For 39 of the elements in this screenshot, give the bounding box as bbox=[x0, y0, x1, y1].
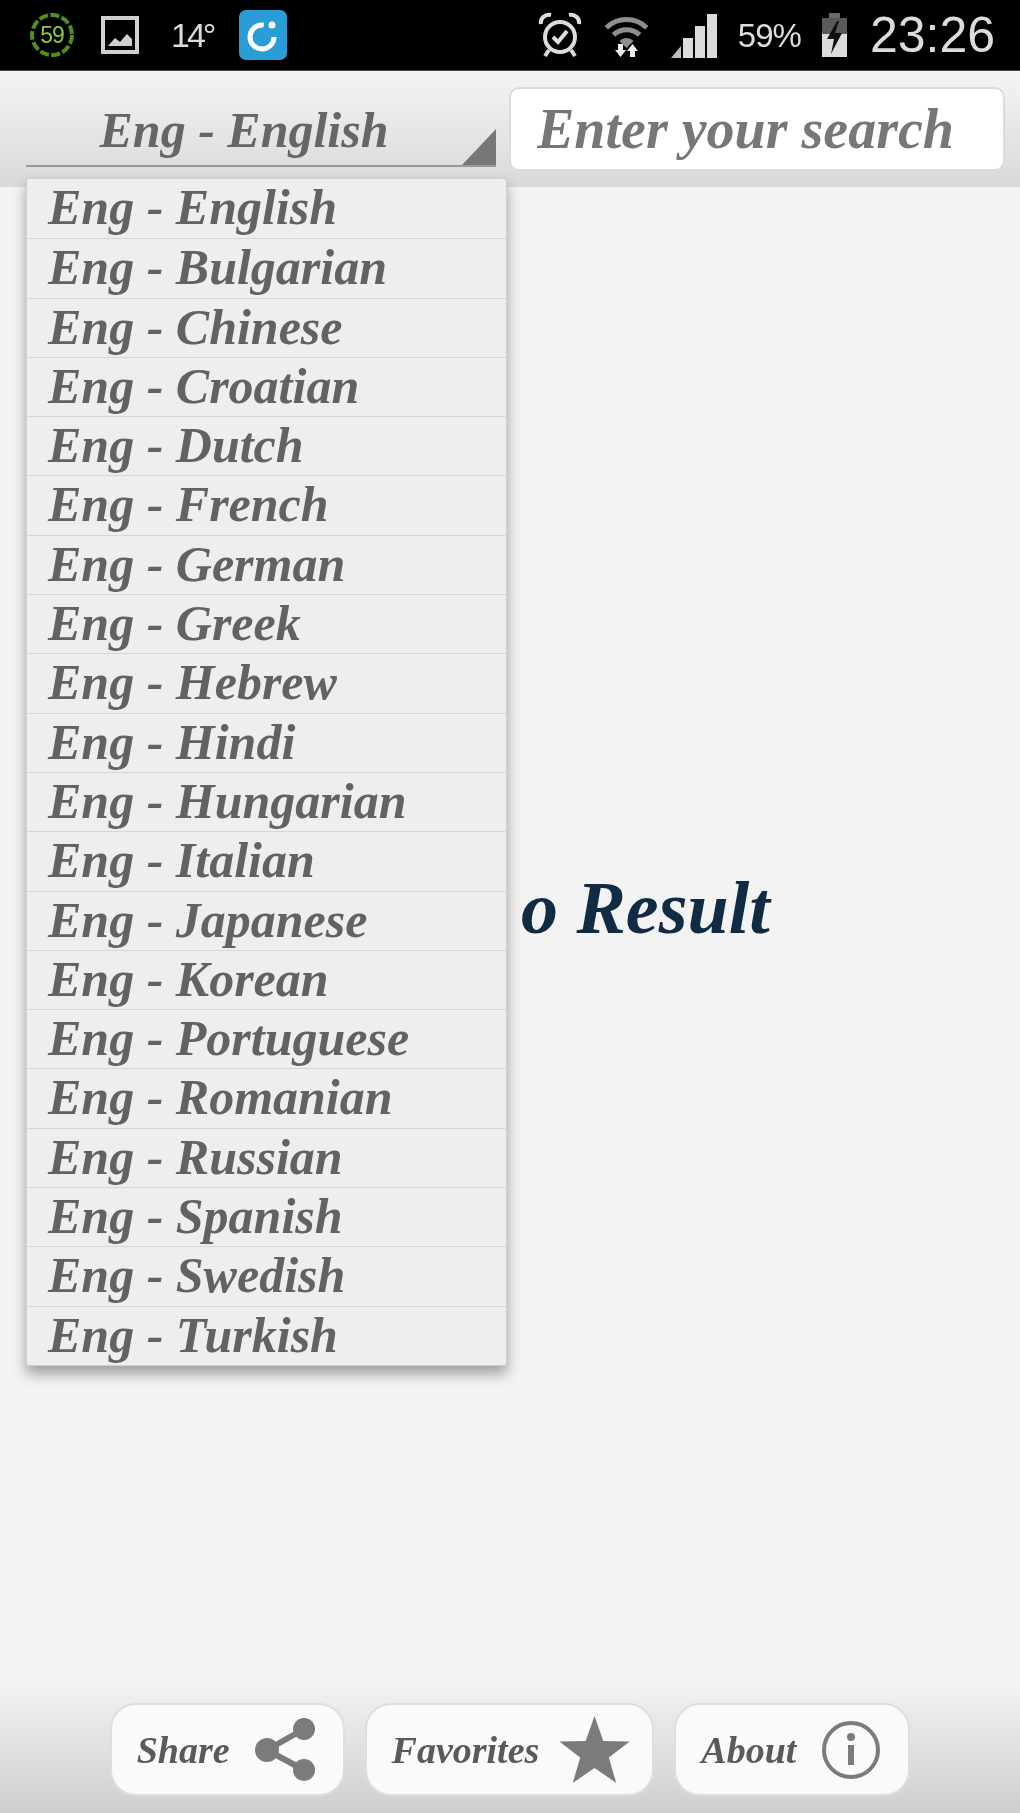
dropdown-item[interactable]: Eng - French bbox=[27, 475, 506, 535]
share-icon bbox=[253, 1717, 317, 1782]
dropdown-item[interactable]: Eng - Japanese bbox=[27, 890, 506, 950]
no-result-text: o Result bbox=[521, 865, 770, 951]
dropdown-item[interactable]: Eng - Russian bbox=[27, 1127, 506, 1188]
about-button[interactable]: About bbox=[674, 1703, 911, 1796]
battery-icon bbox=[820, 12, 848, 58]
dropdown-item[interactable]: Eng - Dutch bbox=[27, 416, 506, 476]
dropdown-item[interactable]: Eng - Romanian bbox=[27, 1068, 506, 1128]
dropdown-item[interactable]: Eng - Turkish bbox=[27, 1305, 506, 1365]
ring-count: 59 bbox=[40, 23, 64, 47]
dropdown-item[interactable]: Eng - Swedish bbox=[27, 1246, 506, 1306]
picture-icon bbox=[101, 15, 139, 55]
clock-time: 23:26 bbox=[869, 10, 995, 60]
dropdown-item[interactable]: Eng - Portuguese bbox=[27, 1009, 506, 1069]
temperature-text: 14° bbox=[171, 18, 214, 52]
app-icon bbox=[239, 10, 288, 60]
favorites-button[interactable]: Favorites bbox=[364, 1703, 655, 1796]
dropdown-item[interactable]: Eng - English bbox=[27, 179, 506, 239]
share-button[interactable]: Share bbox=[109, 1703, 345, 1796]
dropdown-item[interactable]: Eng - Hebrew bbox=[27, 653, 506, 713]
dropdown-item[interactable]: Eng - Croatian bbox=[27, 356, 506, 417]
corner-triangle-icon bbox=[462, 129, 496, 165]
dropdown-item[interactable]: Eng - Chinese bbox=[27, 297, 506, 357]
dropdown-item[interactable]: Eng - Korean bbox=[27, 949, 506, 1010]
language-spinner[interactable]: Eng - English bbox=[26, 87, 496, 167]
dropdown-item[interactable]: Eng - Hindi bbox=[27, 712, 506, 772]
dropdown-item[interactable]: Eng - German bbox=[27, 534, 506, 595]
alarm-clock-icon bbox=[537, 12, 582, 58]
info-icon bbox=[821, 1719, 882, 1780]
ring-icon bbox=[29, 12, 75, 58]
dropdown-item[interactable]: Eng - Italian bbox=[27, 831, 506, 891]
signal-bars-icon bbox=[670, 12, 718, 58]
dropdown-item[interactable]: Eng - Greek bbox=[27, 594, 506, 654]
dropdown-item[interactable]: Eng - Bulgarian bbox=[27, 238, 506, 298]
dropdown-item[interactable]: Eng - Spanish bbox=[27, 1187, 506, 1247]
dropdown-item[interactable]: Eng - Hungarian bbox=[27, 771, 506, 832]
battery-percent: 59% bbox=[737, 18, 801, 52]
search-field[interactable]: Enter your search bbox=[509, 87, 1005, 171]
